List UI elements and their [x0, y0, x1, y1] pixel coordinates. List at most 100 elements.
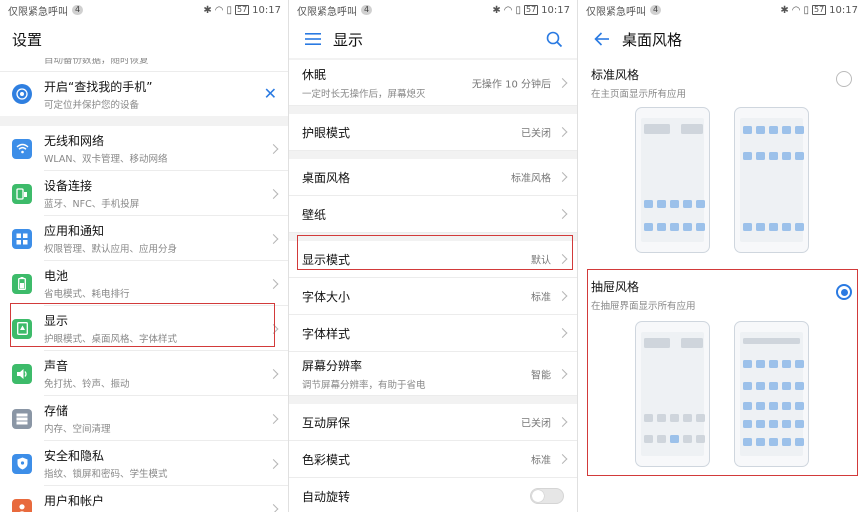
app-icon-placeholder — [683, 435, 692, 443]
settings-item-title: 应用和通知 — [44, 223, 105, 238]
back-arrow-icon[interactable] — [590, 27, 614, 51]
app-icon-placeholder — [756, 126, 765, 134]
drawer-style-radio[interactable] — [836, 284, 852, 300]
find-phone-sub: 可定位并保护您的设备 — [44, 99, 140, 111]
settings-item-title: 无线和网络 — [44, 133, 105, 148]
wallpaper-row[interactable]: 壁纸 — [289, 196, 578, 233]
eye-comfort-row[interactable]: 护眼模式 已关闭 — [289, 114, 578, 151]
display-mode-row[interactable]: 显示模式 默认 — [289, 241, 578, 278]
find-my-phone-card[interactable]: 开启“查找我的手机” 可定位并保护您的设备 ✕ — [0, 72, 289, 116]
drawer-style-option[interactable]: 抽屉风格 在抽屉界面显示所有应用 — [578, 270, 866, 312]
app-icon-placeholder — [670, 223, 679, 231]
apps-icon — [12, 228, 32, 249]
settings-item[interactable]: 存储 内存、空间清理 — [0, 396, 289, 441]
menu-icon[interactable] — [301, 27, 325, 51]
settings-list: 无线和网络 WLAN、双卡管理、移动网络设备连接蓝牙、NFC、手机投屏 应用和通知权… — [0, 126, 289, 512]
close-icon[interactable]: ✕ — [264, 86, 277, 102]
font-size-value: 标准 — [531, 292, 551, 304]
settings-item[interactable]: 安全和隐私 指纹、锁屏和密码、学生模式 — [0, 441, 289, 486]
app-icon-placeholder — [743, 382, 752, 390]
drawer-style-sub: 在抽屉界面显示所有应用 — [591, 301, 696, 312]
settings-item-sub: 护眼模式、桌面风格、字体样式 — [44, 333, 178, 345]
battery-level: 57 — [523, 5, 539, 15]
page-title: 桌面风格 — [622, 30, 683, 49]
drawer-preview-home — [635, 321, 710, 467]
app-icon-placeholder — [681, 338, 703, 348]
font-style-title: 字体样式 — [302, 326, 351, 341]
app-icon-placeholder — [743, 338, 800, 344]
status-bar: 仅限紧急呼叫 4 ✱ ◠ ▯ 57 10:17 — [578, 0, 866, 20]
app-icon-placeholder — [795, 360, 804, 368]
resolution-value: 智能 — [531, 370, 551, 381]
settings-item-sub: 蓝牙、NFC、手机投屏 — [44, 198, 140, 210]
standard-style-radio[interactable] — [836, 71, 852, 87]
sim-icon: ▯ — [226, 4, 232, 16]
app-icon-placeholder — [795, 402, 804, 410]
settings-item[interactable]: 用户和帐户用户、云帐户、帐户 — [0, 486, 289, 512]
sleep-row[interactable]: 休眠 一定时长无操作后，屏幕熄灭 无操作 10 分钟后 — [289, 60, 578, 106]
app-icon-placeholder — [657, 200, 666, 208]
settings-titlebar: 设置 — [0, 20, 289, 58]
standard-preview-home — [635, 107, 710, 253]
app-icon-placeholder — [795, 126, 804, 134]
app-icon-placeholder — [782, 152, 791, 160]
app-icon-placeholder — [795, 223, 804, 231]
user-icon — [12, 498, 32, 512]
settings-item-title: 设备连接 — [44, 178, 93, 193]
sim-badge: 4 — [361, 5, 373, 15]
battery-level: 57 — [811, 5, 827, 15]
app-icon-placeholder — [782, 126, 791, 134]
app-icon-placeholder — [795, 152, 804, 160]
desktop-style-row[interactable]: 桌面风格 标准风格 — [289, 159, 578, 196]
app-icon-placeholder — [795, 420, 804, 428]
font-style-row[interactable]: 字体样式 — [289, 315, 578, 352]
color-mode-row[interactable]: 色彩模式 标准 — [289, 441, 578, 478]
app-icon-placeholder — [670, 200, 679, 208]
settings-item[interactable]: 声音 免打扰、铃声、振动 — [0, 351, 289, 396]
screensaver-value: 已关闭 — [521, 418, 551, 430]
auto-rotate-row[interactable]: 自动旋转 — [289, 478, 578, 512]
wifi-icon — [12, 138, 32, 159]
app-icon-placeholder — [644, 223, 653, 231]
app-icon-placeholder — [769, 438, 778, 446]
sim-icon: ▯ — [515, 4, 521, 16]
settings-item[interactable]: 电池 省电模式、耗电排行 — [0, 261, 289, 306]
wifi-status-icon: ◠ — [214, 4, 224, 16]
app-icon-placeholder — [769, 402, 778, 410]
settings-item[interactable]: 设备连接蓝牙、NFC、手机投屏 — [0, 171, 289, 216]
auto-rotate-toggle[interactable] — [530, 488, 564, 504]
wifi-status-icon: ◠ — [503, 4, 513, 16]
display-panel: 仅限紧急呼叫 4 ✱ ◠ ▯ 57 10:17 显示 休眠 一定时长无操作后，屏… — [289, 0, 578, 512]
drawer-preview-drawer — [734, 321, 809, 467]
app-icon-placeholder — [743, 360, 752, 368]
search-icon[interactable] — [542, 27, 566, 51]
app-icon-placeholder — [696, 414, 705, 422]
resolution-row[interactable]: 屏幕分辨率 调节屏幕分辨率，有助于省电 智能 — [289, 352, 578, 396]
app-icon-placeholder — [769, 360, 778, 368]
app-icon-placeholder — [670, 414, 679, 422]
app-icon-placeholder — [683, 414, 692, 422]
app-icon-placeholder — [743, 438, 752, 446]
app-icon-placeholder — [769, 382, 778, 390]
sleep-value: 无操作 10 分钟后 — [471, 79, 551, 90]
sound-icon — [12, 363, 32, 384]
settings-item-sub: 权限管理、默认应用、应用分身 — [44, 243, 178, 255]
app-icon-placeholder — [756, 360, 765, 368]
settings-panel: 仅限紧急呼叫 4 ✱ ◠ ▯ 57 10:17 设置 自动备份数据，随时恢复 开… — [0, 0, 289, 512]
settings-item[interactable]: 应用和通知权限管理、默认应用、应用分身 — [0, 216, 289, 261]
clock: 10:17 — [252, 4, 281, 16]
app-icon-placeholder — [782, 360, 791, 368]
app-icon-placeholder — [644, 435, 653, 443]
app-icon-placeholder — [743, 126, 752, 134]
app-icon-placeholder — [644, 124, 670, 134]
settings-item[interactable]: 无线和网络 WLAN、双卡管理、移动网络 — [0, 126, 289, 171]
settings-item-sub: 内存、空间清理 — [44, 423, 111, 435]
settings-item[interactable]: 显示 护眼模式、桌面风格、字体样式 — [0, 306, 289, 351]
screensaver-row[interactable]: 互动屏保 已关闭 — [289, 404, 578, 441]
font-size-row[interactable]: 字体大小 标准 — [289, 278, 578, 315]
standard-style-option[interactable]: 标准风格 在主页面显示所有应用 — [578, 58, 866, 100]
app-icon-placeholder — [743, 152, 752, 160]
app-icon-placeholder — [683, 223, 692, 231]
bluetooth-icon: ✱ — [203, 4, 212, 16]
app-icon-placeholder — [756, 420, 765, 428]
